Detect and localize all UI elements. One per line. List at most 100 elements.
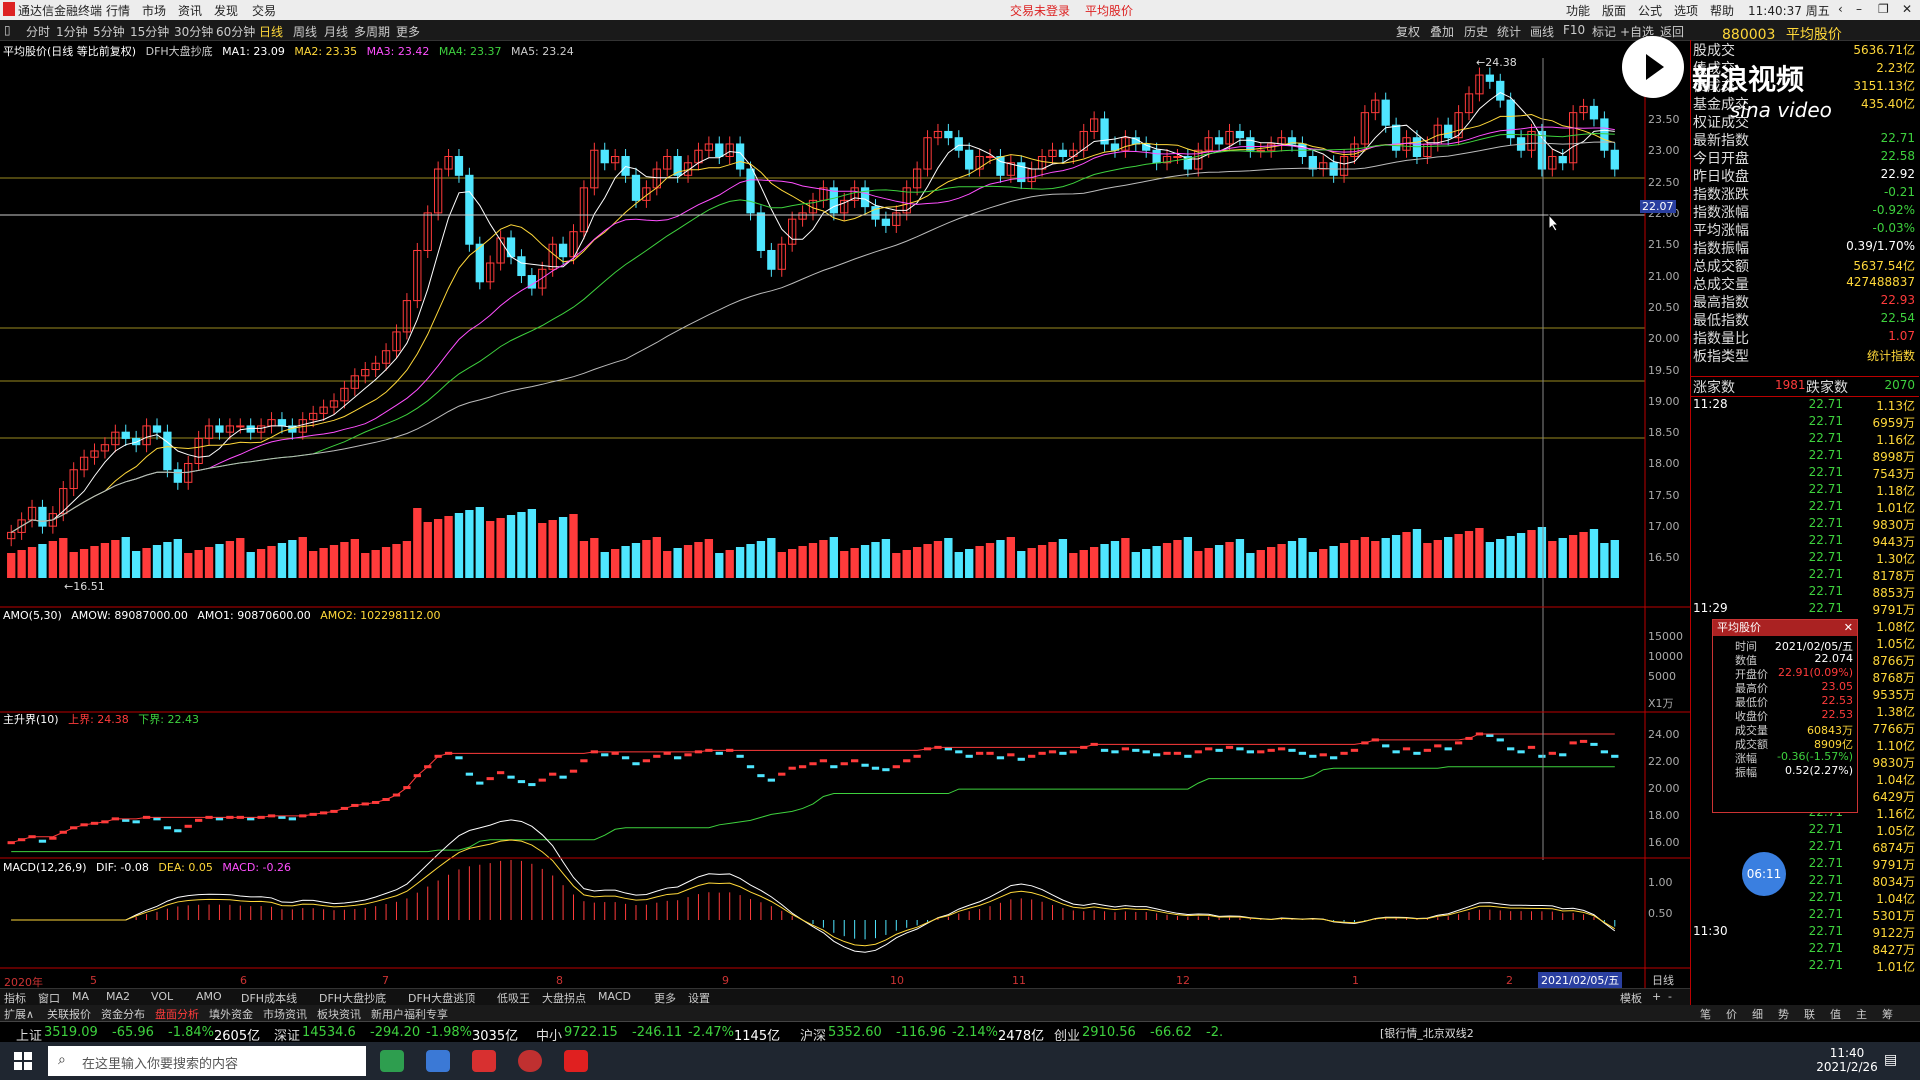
menu-gongneng[interactable]: 功能 — [1566, 2, 1590, 19]
tick-volume: 6429万 — [1872, 790, 1915, 804]
amo-bar — [340, 542, 349, 578]
indicator-tab[interactable]: 大盘拐点 — [542, 990, 586, 1006]
menu-hangqing[interactable]: 行情 — [106, 2, 130, 19]
right-panel-tab[interactable]: 筹 — [1882, 1006, 1893, 1022]
minimize-icon[interactable]: – — [1856, 2, 1862, 16]
period-fenshi[interactable]: 分时 — [26, 23, 50, 40]
menu-banmian[interactable]: 版面 — [1602, 2, 1626, 19]
period-1m[interactable]: 1分钟 — [56, 23, 88, 40]
menu-jiaoyi[interactable]: 交易 — [252, 2, 276, 19]
candle-body — [1235, 130, 1245, 139]
maximize-icon[interactable]: ❐ — [1878, 2, 1889, 16]
tool-diejia[interactable]: 叠加 — [1430, 23, 1454, 40]
notification-icon[interactable]: ▤ — [1884, 1052, 1897, 1068]
up-count: 1981 — [1775, 378, 1806, 392]
login-status[interactable]: 交易未登录 — [1010, 2, 1070, 19]
tool-huaxian[interactable]: 画线 — [1530, 23, 1554, 40]
menu-gongshi[interactable]: 公式 — [1638, 2, 1662, 19]
toggle-icon[interactable]: ▯ — [4, 23, 11, 37]
indicator-tab[interactable]: MACD — [598, 990, 631, 1003]
template-tab[interactable]: - — [1668, 990, 1672, 1003]
extension-tab[interactable]: 市场资讯 — [263, 1006, 307, 1022]
extension-tab[interactable]: 扩展∧ — [4, 1006, 34, 1022]
chart-area[interactable] — [0, 40, 1690, 988]
menu-bangzhu[interactable]: 帮助 — [1710, 2, 1734, 19]
tick-time: 11:30 — [1693, 924, 1728, 938]
macd-label[interactable]: MACD(12,26,9) — [3, 861, 87, 874]
period-60m[interactable]: 60分钟 — [216, 23, 255, 40]
right-panel-tab[interactable]: 联 — [1804, 1006, 1815, 1022]
indicator-tab[interactable]: VOL — [151, 990, 173, 1003]
indicator-tab[interactable]: AMO — [196, 990, 222, 1003]
extension-tab[interactable]: 新用户福利专享 — [371, 1006, 448, 1022]
extension-tab[interactable]: 盘面分析 — [155, 1006, 199, 1022]
period-more[interactable]: 更多 — [396, 23, 420, 40]
template-tab[interactable]: 模板 — [1620, 990, 1642, 1006]
zsj-label[interactable]: 主升界(10) — [3, 713, 59, 726]
close-icon[interactable]: ✕ — [1902, 2, 1912, 16]
period-daily[interactable]: 日线 — [259, 23, 283, 40]
tool-tongji[interactable]: 统计 — [1497, 23, 1521, 40]
period-30m[interactable]: 30分钟 — [174, 23, 213, 40]
tick-list[interactable]: 11:28 22.71 1.13亿 22.71 6959万 22.71 1.16亿 22.71… — [1691, 396, 1919, 974]
template-tab[interactable]: + — [1652, 990, 1661, 1003]
taskbar-search[interactable]: ⌕ 在这里输入你要搜索的内容 — [48, 1046, 366, 1076]
period-5m[interactable]: 5分钟 — [93, 23, 125, 40]
tick-price: 22.71 — [1808, 550, 1843, 564]
menu-xuanxiang[interactable]: 选项 — [1674, 2, 1698, 19]
indicator-tab[interactable]: DFH大盘逃顶 — [408, 990, 475, 1006]
zsj-bar — [851, 759, 859, 763]
indicator-tab[interactable]: 指标 — [4, 990, 26, 1006]
dif-line — [11, 819, 1616, 953]
tool-lishi[interactable]: 历史 — [1464, 23, 1488, 40]
zsj-bar — [528, 783, 536, 787]
period-15m[interactable]: 15分钟 — [130, 23, 169, 40]
timer-badge[interactable]: 06:11 — [1742, 852, 1786, 896]
indicator-tab[interactable]: 窗口 — [38, 990, 60, 1006]
right-panel-tab[interactable]: 主 — [1856, 1006, 1867, 1022]
candle-body — [965, 149, 974, 170]
indicator-tab[interactable]: MA — [72, 990, 89, 1003]
tool-fuquan[interactable]: 复权 — [1396, 23, 1420, 40]
tool-biaoji[interactable]: 标记 — [1592, 23, 1616, 40]
amo-label[interactable]: AMO(5,30) — [3, 609, 62, 622]
indicator-tab[interactable]: 更多 — [654, 990, 676, 1006]
period-multi[interactable]: 多周期 — [354, 23, 390, 40]
right-panel-tab[interactable]: 值 — [1830, 1006, 1841, 1022]
indicator-tab[interactable]: 低吸王 — [497, 990, 530, 1006]
explorer-app-icon[interactable] — [426, 1050, 450, 1072]
windows-start-icon[interactable] — [14, 1052, 32, 1070]
news-app-icon[interactable] — [564, 1050, 588, 1072]
back-icon[interactable]: ‹ — [1838, 2, 1843, 16]
amo-bar — [1235, 539, 1245, 578]
macd-axis-1: 0.50 — [1648, 907, 1673, 920]
extension-tab[interactable]: 板块资讯 — [317, 1006, 361, 1022]
period-monthly[interactable]: 月线 — [324, 23, 348, 40]
tooltip-close-icon[interactable]: ✕ — [1844, 621, 1853, 634]
amo-bar — [90, 546, 99, 578]
candles — [7, 67, 1619, 547]
extension-tab[interactable]: 资金分布 — [101, 1006, 145, 1022]
right-panel-tab[interactable]: 细 — [1752, 1006, 1763, 1022]
right-panel-tab[interactable]: 势 — [1778, 1006, 1789, 1022]
menu-shichang[interactable]: 市场 — [142, 2, 166, 19]
browser-app-icon[interactable] — [380, 1050, 404, 1072]
tdx-app-icon[interactable] — [472, 1050, 496, 1072]
menu-faxian[interactable]: 发现 — [214, 2, 238, 19]
indicator-tab[interactable]: DFH大盘抄底 — [319, 990, 386, 1006]
info-value: 5637.54亿 — [1853, 259, 1915, 273]
zsj-bar — [1215, 748, 1223, 752]
extension-tab[interactable]: 关联报价 — [47, 1006, 91, 1022]
indicator-tab[interactable]: DFH成本线 — [241, 990, 297, 1006]
right-panel-tab[interactable]: 价 — [1726, 1006, 1737, 1022]
amo-bar — [329, 545, 339, 578]
zsj-bar — [1017, 757, 1025, 761]
menu-zixun[interactable]: 资讯 — [178, 2, 202, 19]
extension-tab[interactable]: 填外资金 — [209, 1006, 253, 1022]
indicator-tab[interactable]: 设置 — [688, 990, 710, 1006]
recorder-app-icon[interactable] — [518, 1050, 542, 1072]
period-weekly[interactable]: 周线 — [293, 23, 317, 40]
tool-f10[interactable]: F10 — [1563, 23, 1585, 37]
right-panel-tab[interactable]: 笔 — [1700, 1006, 1711, 1022]
indicator-tab[interactable]: MA2 — [106, 990, 130, 1003]
